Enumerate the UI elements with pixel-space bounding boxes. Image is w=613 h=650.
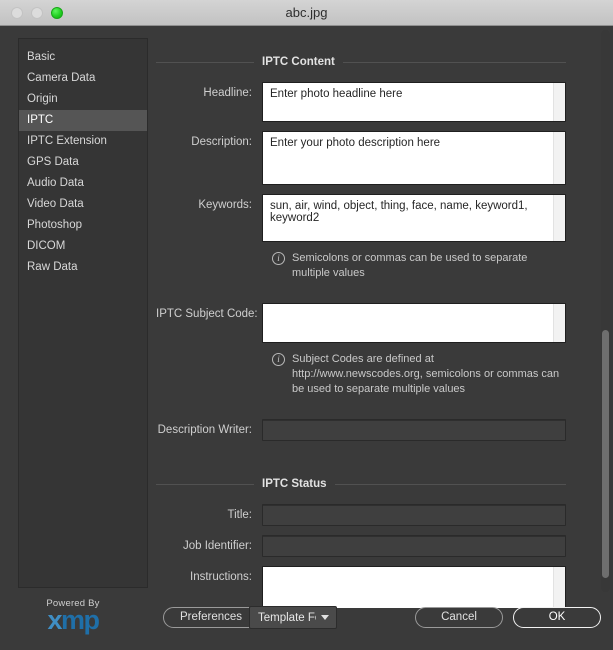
title-input[interactable] — [262, 504, 566, 526]
sidebar-item-photoshop[interactable]: Photoshop — [19, 215, 147, 236]
minimize-button[interactable] — [31, 6, 43, 19]
section-header-iptc-status: IPTC Status — [156, 478, 578, 490]
sidebar-item-gps-data[interactable]: GPS Data — [19, 152, 147, 173]
sidebar-item-basic[interactable]: Basic — [19, 47, 147, 68]
keywords-hint: i Semicolons or commas can be used to se… — [272, 251, 578, 281]
description-field-wrap — [262, 131, 566, 185]
subject-code-label: IPTC Subject Code: — [156, 308, 258, 320]
section-title-iptc-content: IPTC Content — [262, 56, 335, 68]
subject-code-hint: i Subject Codes are defined at http://ww… — [272, 352, 578, 397]
category-sidebar[interactable]: Basic Camera Data Origin IPTC IPTC Exten… — [18, 38, 148, 588]
keywords-hint-text: Semicolons or commas can be used to sepa… — [292, 252, 528, 279]
keywords-input[interactable] — [262, 194, 566, 242]
job-identifier-input[interactable] — [262, 535, 566, 557]
subject-code-field-wrap — [262, 303, 566, 343]
sidebar-item-raw-data[interactable]: Raw Data — [19, 257, 147, 278]
description-writer-field-wrap — [262, 419, 566, 441]
headline-field-wrap — [262, 82, 566, 122]
dialog-footer: Preferences Template Fo... Cancel OK — [0, 594, 613, 650]
instructions-label: Instructions: — [190, 571, 252, 583]
sidebar-item-origin[interactable]: Origin — [19, 89, 147, 110]
section-header-iptc-content: IPTC Content — [156, 56, 578, 68]
keywords-field-wrap — [262, 194, 566, 242]
sidebar-item-camera-data[interactable]: Camera Data — [19, 68, 147, 89]
close-button[interactable] — [11, 6, 23, 19]
row-headline: Headline: — [156, 82, 578, 122]
headline-label: Headline: — [203, 87, 252, 99]
row-job-identifier: Job Identifier: — [156, 535, 578, 557]
description-label: Description: — [191, 136, 252, 148]
scrollbar-thumb[interactable] — [602, 330, 609, 578]
subject-code-hint-text: Subject Codes are defined at http://www.… — [292, 353, 560, 395]
title-label: Title: — [227, 509, 253, 521]
vertical-scrollbar[interactable] — [601, 30, 610, 592]
row-description-writer: Description Writer: — [156, 419, 578, 441]
sidebar-item-video-data[interactable]: Video Data — [19, 194, 147, 215]
row-keywords: Keywords: — [156, 194, 578, 242]
preferences-button[interactable]: Preferences — [163, 607, 260, 628]
template-dropdown-label: Template Fo... — [258, 611, 316, 624]
ok-button[interactable]: OK — [513, 607, 601, 628]
row-subject-code: IPTC Subject Code: — [156, 303, 578, 343]
row-title: Title: — [156, 504, 578, 526]
section-rule-right — [342, 61, 566, 63]
window-controls — [0, 6, 63, 19]
cancel-button[interactable]: Cancel — [415, 607, 503, 628]
iptc-scroll-pane[interactable]: IPTC Content Headline: Description: — [156, 38, 598, 608]
subject-code-input[interactable] — [262, 303, 566, 343]
section-rule-left — [156, 61, 254, 63]
window-title: abc.jpg — [285, 5, 328, 20]
sidebar-item-iptc[interactable]: IPTC — [19, 110, 147, 131]
chevron-down-icon — [321, 615, 329, 620]
sidebar-item-dicom[interactable]: DICOM — [19, 236, 147, 257]
description-input[interactable] — [262, 131, 566, 185]
category-list: Basic Camera Data Origin IPTC IPTC Exten… — [19, 39, 147, 278]
metadata-dialog-window: abc.jpg Basic Camera Data Origin IPTC IP… — [0, 0, 613, 650]
section-title-iptc-status: IPTC Status — [262, 478, 327, 490]
job-identifier-field-wrap — [262, 535, 566, 557]
dialog-body: Basic Camera Data Origin IPTC IPTC Exten… — [0, 26, 613, 650]
keywords-label: Keywords: — [198, 199, 252, 211]
headline-input[interactable] — [262, 82, 566, 122]
description-writer-input[interactable] — [262, 419, 566, 441]
description-writer-label: Description Writer: — [157, 424, 252, 436]
zoom-button[interactable] — [51, 6, 63, 19]
info-icon: i — [272, 252, 285, 265]
sidebar-item-iptc-extension[interactable]: IPTC Extension — [19, 131, 147, 152]
info-icon: i — [272, 353, 285, 366]
row-description: Description: — [156, 131, 578, 185]
section-rule-left — [156, 483, 254, 485]
sidebar-item-audio-data[interactable]: Audio Data — [19, 173, 147, 194]
job-identifier-label: Job Identifier: — [182, 540, 252, 552]
title-field-wrap — [262, 504, 566, 526]
template-dropdown[interactable]: Template Fo... — [249, 606, 337, 629]
iptc-form: IPTC Content Headline: Description: — [156, 56, 578, 608]
title-bar: abc.jpg — [0, 0, 613, 26]
section-rule-right — [334, 483, 566, 485]
